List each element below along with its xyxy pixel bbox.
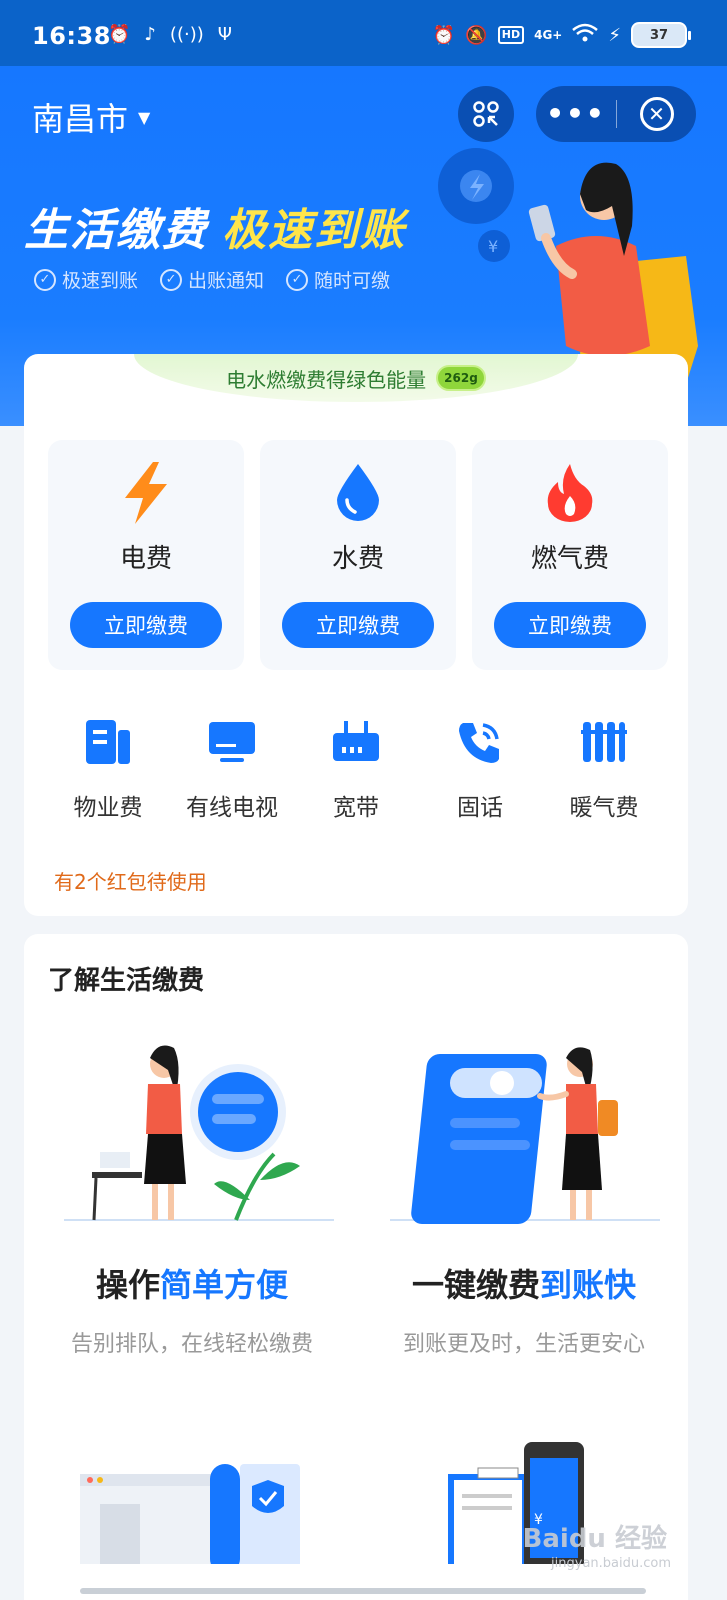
utility-water[interactable]: 水费 立即缴费: [260, 440, 456, 670]
city-selector[interactable]: 南昌市 ▼: [32, 94, 150, 140]
hotspot-icon: ((·)): [169, 24, 204, 45]
router-icon: [294, 716, 418, 768]
hero-feature: ✓ 随时可缴: [286, 266, 390, 293]
utility-electricity[interactable]: 电费 立即缴费: [48, 440, 244, 670]
utility-label: 燃气费: [530, 544, 609, 574]
service-cable-tv[interactable]: 有线电视: [170, 716, 294, 822]
utility-label: 水费: [331, 544, 384, 574]
pay-now-button[interactable]: 立即缴费: [70, 602, 222, 648]
service-label: 固话: [457, 795, 503, 821]
mute-icon: 🔕: [465, 24, 488, 46]
hero-feature: ✓ 出账通知: [160, 266, 264, 293]
service-broadband[interactable]: 宽带: [294, 716, 418, 822]
building-icon: [46, 716, 170, 768]
close-icon: ✕: [639, 97, 674, 131]
secure-document-illustration: [80, 1464, 300, 1564]
learn-card: 了解生活缴费 操作简单方便 告别排队，在线轻松缴费 一键缴费到账快 到账更及时，…: [24, 934, 688, 1600]
feature-title: 操作简单方便: [95, 1266, 289, 1304]
caret-down-icon: ▼: [138, 107, 151, 127]
check-icon: ✓: [34, 268, 56, 291]
hd-icon: HD: [497, 26, 525, 44]
pay-now-button[interactable]: 立即缴费: [282, 602, 434, 648]
feature-description: 到账更及时，生活更安心: [402, 1332, 645, 1357]
energy-text: 电水燃缴费得绿色能量: [226, 367, 427, 392]
check-icon: ✓: [160, 268, 183, 291]
scan-button[interactable]: [458, 86, 514, 142]
lightning-icon: [48, 462, 244, 524]
service-label: 暖气费: [569, 795, 639, 821]
utility-gas[interactable]: 燃气费 立即缴费: [472, 440, 668, 670]
home-indicator[interactable]: [80, 1588, 646, 1594]
status-time: 16:38: [32, 22, 111, 50]
baidu-watermark-url: jingyan.baidu.com: [551, 1556, 671, 1571]
quick-payment-illustration: [390, 1047, 660, 1224]
hero-feature: ✓ 极速到账: [34, 266, 138, 293]
status-left-icons: ⏰ ♪ ((·)) Ψ: [108, 24, 232, 45]
service-heating[interactable]: 暖气费: [542, 716, 666, 822]
phone-icon: [418, 716, 542, 768]
pay-now-button[interactable]: 立即缴费: [494, 602, 646, 648]
red-packet-promo[interactable]: 有2个红包待使用: [54, 866, 207, 895]
tv-icon: [170, 716, 294, 768]
check-icon: ✓: [286, 268, 309, 291]
energy-badge: 262g: [436, 365, 486, 391]
learn-title: 了解生活缴费: [48, 966, 205, 996]
online-payment-illustration: [64, 1045, 334, 1221]
headline-part-a: 生活缴费: [24, 205, 208, 256]
more-button[interactable]: •••: [536, 86, 616, 142]
charging-icon: ⚡: [608, 24, 621, 46]
baidu-watermark: Baidu 经验: [522, 1524, 667, 1554]
radiator-icon: [542, 716, 666, 768]
tiktok-icon: ♪: [144, 24, 156, 45]
feature-title: 一键缴费到账快: [411, 1266, 637, 1304]
service-property[interactable]: 物业费: [46, 716, 170, 822]
status-bar: 16:38 ⏰ ♪ ((·)) Ψ ⏰ 🔕 HD 4G+ ⚡ 37: [0, 0, 727, 66]
payment-card: 电水燃缴费得绿色能量 262g 电费 立即缴费 水费 立即缴费 燃气费 立即缴费…: [24, 354, 688, 916]
utility-label: 电费: [119, 544, 172, 574]
flame-icon: [472, 462, 668, 522]
green-energy-banner[interactable]: 电水燃缴费得绿色能量 262g: [134, 354, 578, 402]
hero-features: ✓ 极速到账 ✓ 出账通知 ✓ 随时可缴: [34, 266, 390, 293]
close-button[interactable]: ✕: [617, 97, 696, 131]
water-drop-icon: [260, 462, 456, 522]
wifi-icon: [572, 23, 599, 48]
alarm-icon: ⏰: [432, 24, 456, 46]
miniprogram-capsule: ••• ✕: [536, 86, 696, 142]
signal-icon: 4G+: [534, 28, 563, 42]
service-label: 宽带: [333, 795, 379, 821]
svg-text:¥: ¥: [488, 237, 498, 256]
feature-description: 告别排队，在线轻松缴费: [70, 1332, 313, 1357]
battery-icon: 37: [631, 22, 691, 48]
scan-icon: [473, 101, 499, 127]
city-label: 南昌市: [32, 100, 129, 138]
service-label: 有线电视: [186, 795, 278, 821]
usb-icon: Ψ: [217, 24, 232, 45]
service-label: 物业费: [73, 795, 143, 821]
hero-headline: 生活缴费 极速到账: [24, 194, 406, 258]
service-landline[interactable]: 固话: [418, 716, 542, 822]
headline-part-b: 极速到账: [222, 205, 406, 256]
alarm-icon: ⏰: [108, 24, 131, 45]
status-right-icons: ⏰ 🔕 HD 4G+ ⚡ 37: [432, 22, 691, 48]
